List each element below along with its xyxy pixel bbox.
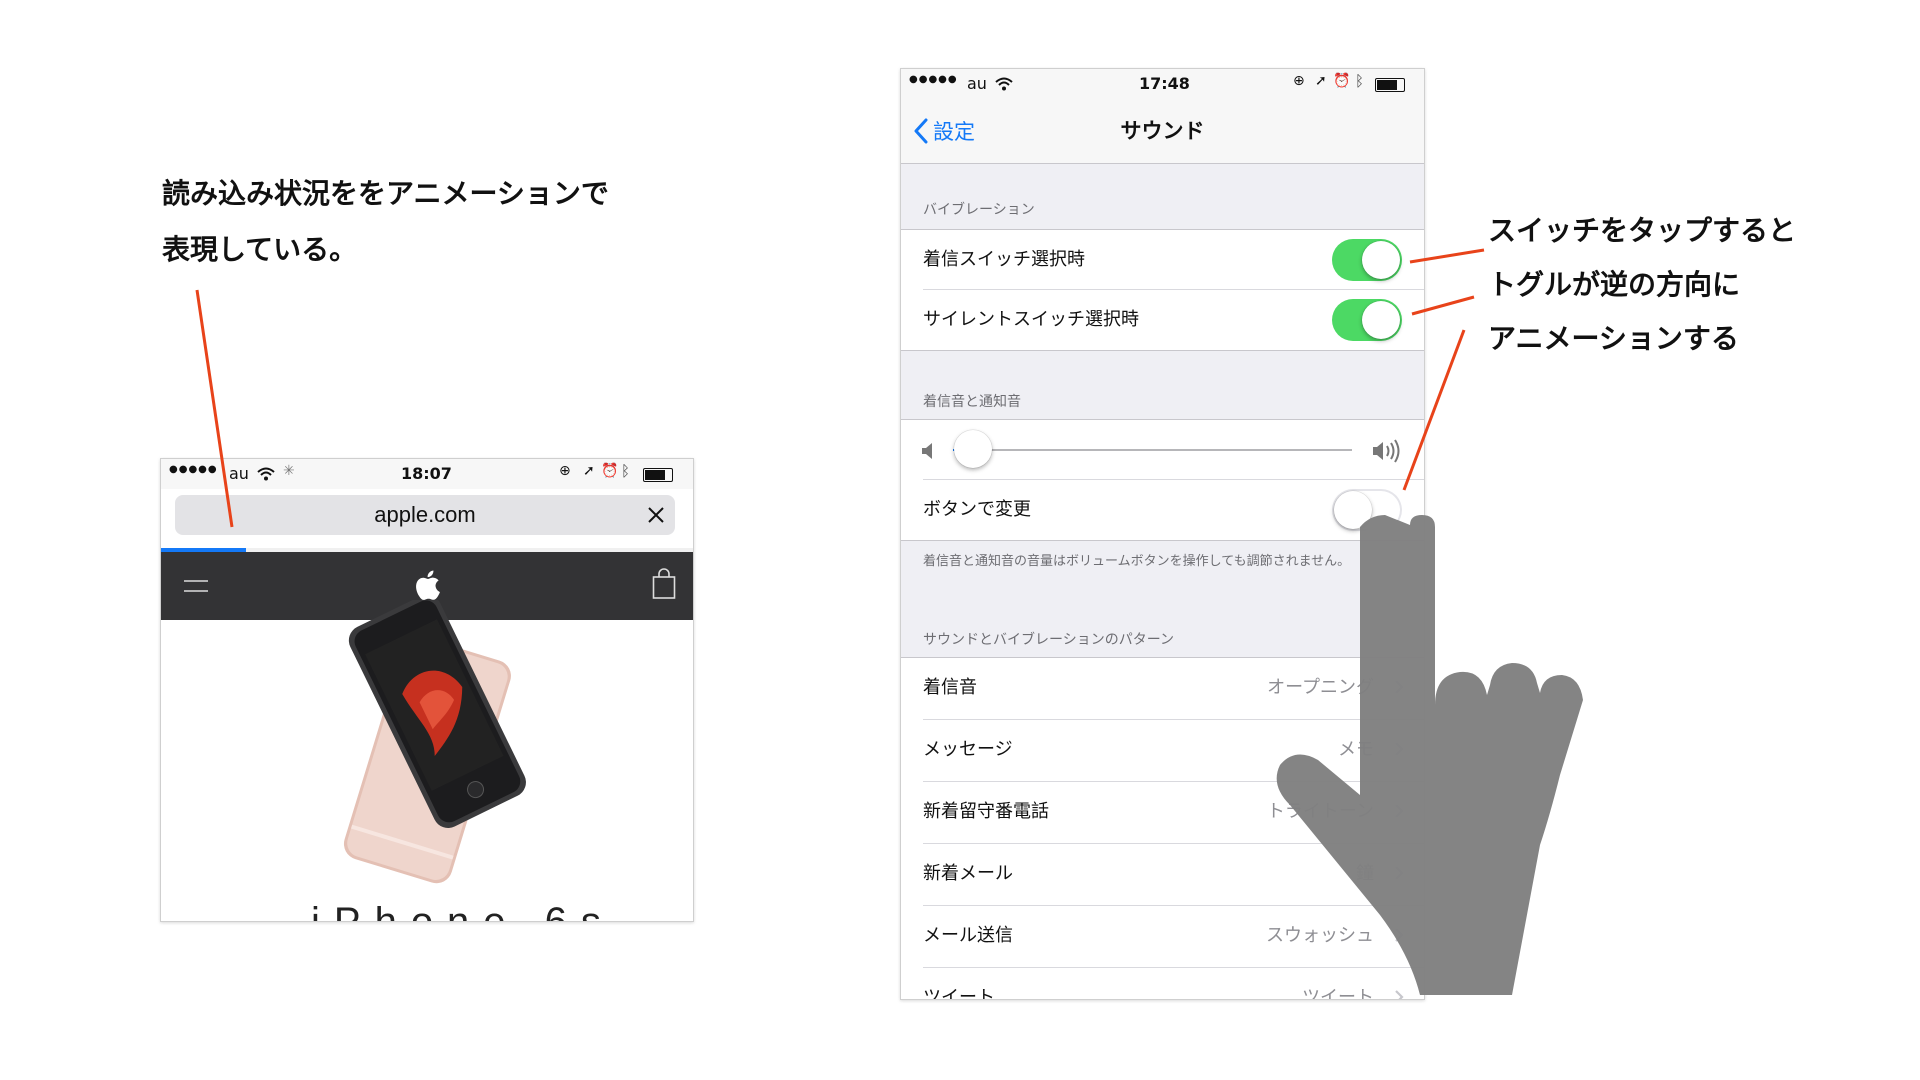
vibration-ring-label: 着信スイッチ選択時	[923, 249, 1085, 270]
volume-slider-thumb[interactable]	[953, 430, 992, 468]
signal-icon: ●●●●●	[909, 74, 958, 85]
status-bar: ●●●●● au 17:48 ⊕ ➚ ⏰ ᛒ	[901, 69, 1424, 99]
alarm-icon: ⏰	[1333, 73, 1351, 89]
location-icon: ➚	[1315, 73, 1327, 89]
volume-slider[interactable]	[953, 430, 1352, 468]
product-title-partial: iPhone 6s	[311, 900, 615, 922]
carrier-label: au	[967, 74, 987, 93]
apple-logo-icon[interactable]	[414, 570, 440, 600]
volume-slider-cell	[901, 420, 1424, 480]
vibration-ring-toggle[interactable]	[1332, 239, 1402, 281]
address-bar[interactable]: apple.com	[175, 495, 675, 535]
change-with-buttons-label: ボタンで変更	[923, 499, 1031, 520]
safari-phone-screenshot: ●●●●● au ✳ 18:07 ⊕ ➚ ⏰ ᛒ apple.com iPhon…	[160, 458, 694, 922]
signal-icon: ●●●●●	[169, 464, 218, 475]
pattern-label: メール送信	[923, 925, 1013, 946]
vibration-group: 着信スイッチ選択時 サイレントスイッチ選択時	[901, 229, 1424, 351]
annotation-loading-line2: 表現している。	[162, 233, 358, 266]
navigation-bar: 設定 サウンド	[901, 99, 1424, 164]
location-icon: ➚	[583, 463, 595, 479]
battery-icon	[1375, 78, 1405, 92]
vibration-silent-toggle[interactable]	[1332, 299, 1402, 341]
section-header-ringer: 着信音と通知音	[923, 394, 1021, 410]
stop-loading-icon[interactable]	[647, 506, 665, 524]
vibration-ring-cell: 着信スイッチ選択時	[901, 230, 1424, 290]
carrier-label: au	[229, 464, 249, 483]
toggle-knob	[1362, 241, 1400, 279]
annotation-toggle-line2: トグルが逆の方向に	[1488, 268, 1741, 301]
pattern-label: 新着メール	[923, 863, 1013, 884]
section-header-patterns: サウンドとバイブレーションのパターン	[923, 632, 1175, 648]
toggle-knob	[1362, 301, 1400, 339]
annotation-loading: 読み込み状況ををアニメーションで 表現している。	[162, 166, 609, 278]
alarm-icon: ⏰	[601, 463, 619, 479]
iphone-product-image: ●	[343, 600, 526, 884]
menu-icon[interactable]	[183, 578, 209, 594]
pattern-label: ツイート	[923, 987, 995, 1000]
activity-spinner-icon: ✳	[283, 463, 295, 479]
bluetooth-icon: ᛒ	[1355, 72, 1365, 90]
pattern-label: 新着留守番電話	[923, 801, 1049, 822]
clock-time: 17:48	[1139, 74, 1190, 93]
wifi-icon	[257, 467, 275, 481]
clock-time: 18:07	[401, 464, 452, 483]
page-content: ● iPhone 6s	[161, 600, 693, 922]
shopping-bag-icon[interactable]	[652, 568, 676, 600]
hand-pointer-icon	[1276, 515, 1583, 995]
bluetooth-icon: ᛒ	[621, 462, 631, 480]
volume-low-icon	[922, 443, 932, 459]
annotation-toggle-line1: スイッチをタップすると	[1488, 214, 1797, 247]
battery-icon	[643, 468, 673, 482]
section-header-vibration: バイブレーション	[923, 202, 1035, 218]
annotation-loading-line1: 読み込み状況ををアニメーションで	[162, 177, 609, 210]
status-bar: ●●●●● au ✳ 18:07 ⊕ ➚ ⏰ ᛒ	[161, 459, 693, 489]
orientation-lock-icon: ⊕	[559, 463, 571, 479]
volume-high-icon	[1373, 439, 1400, 463]
pattern-label: 着信音	[923, 677, 977, 698]
page-title: サウンド	[1120, 119, 1205, 143]
wifi-icon	[995, 77, 1013, 91]
annotation-toggle-line3: アニメーションする	[1488, 322, 1739, 355]
annotation-toggle: スイッチをタップすると トグルが逆の方向に アニメーションする	[1488, 204, 1796, 366]
url-text: apple.com	[374, 502, 476, 527]
vibration-silent-label: サイレントスイッチ選択時	[923, 309, 1139, 330]
pattern-label: メッセージ	[923, 739, 1013, 760]
orientation-lock-icon: ⊕	[1293, 73, 1305, 89]
vibration-silent-cell: サイレントスイッチ選択時	[901, 290, 1424, 350]
